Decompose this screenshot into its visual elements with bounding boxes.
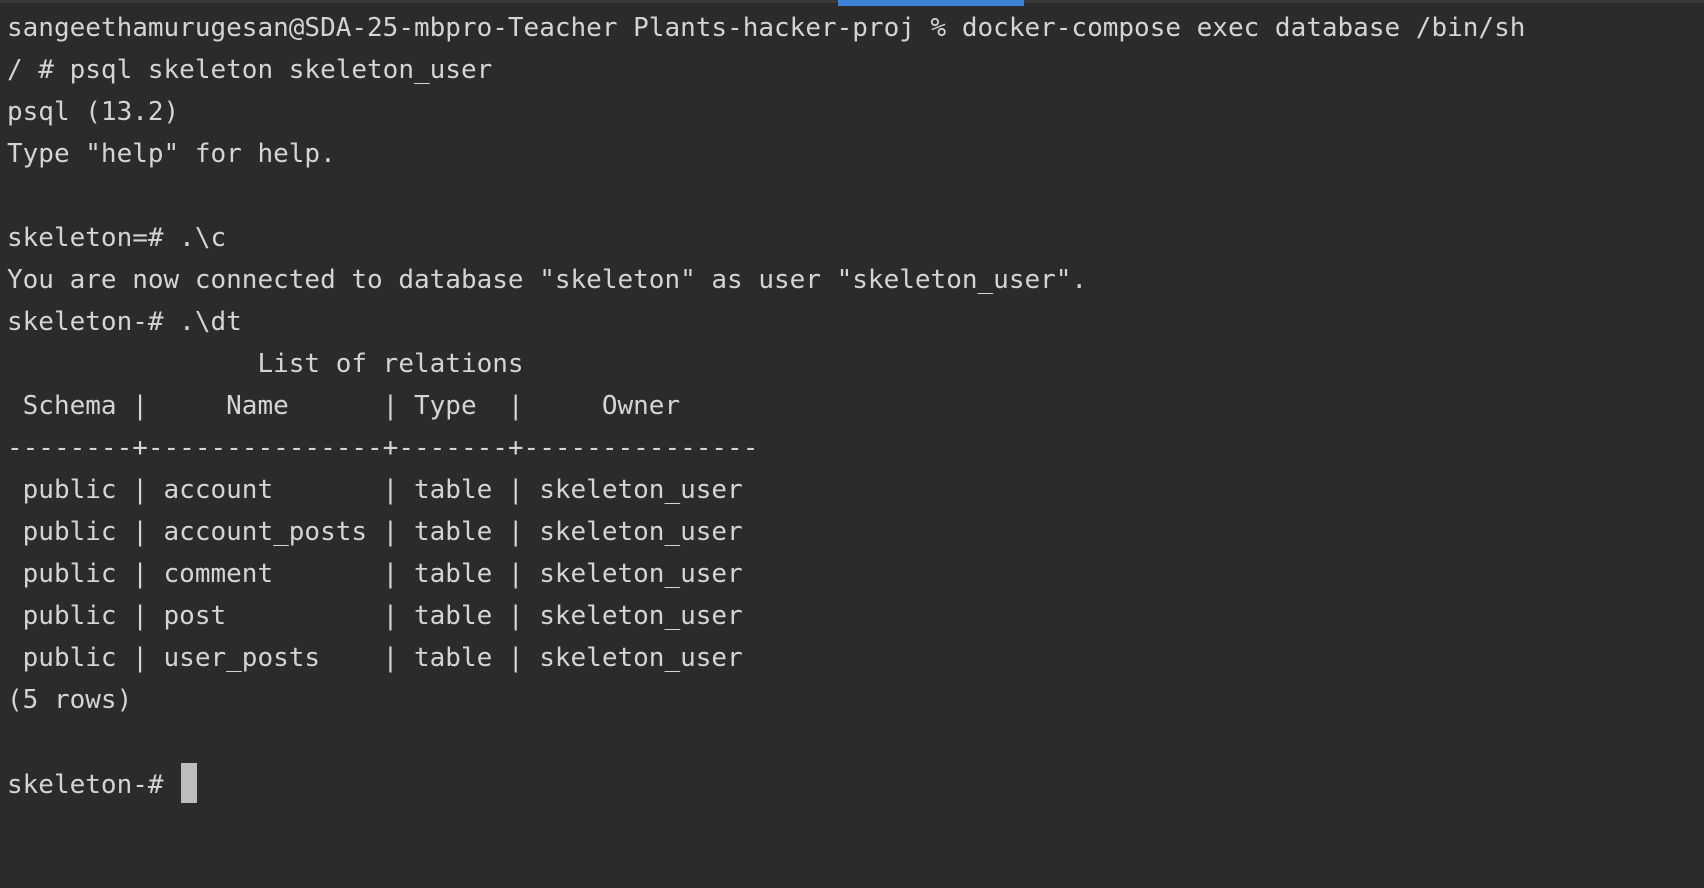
psql-version-line: psql (13.2): [7, 97, 180, 127]
table-row: public | account | table | skeleton_user: [7, 475, 743, 505]
relations-title: List of relations: [7, 349, 524, 379]
relations-separator: --------+---------------+-------+-------…: [7, 433, 759, 463]
row-count-footer: (5 rows): [7, 685, 133, 715]
table-row: public | comment | table | skeleton_user: [7, 559, 743, 589]
table-row: public | account_posts | table | skeleto…: [7, 517, 743, 547]
connected-message-line: You are now connected to database "skele…: [7, 265, 1088, 295]
help-hint-line: Type "help" for help.: [7, 139, 336, 169]
text-cursor[interactable]: [181, 763, 198, 803]
active-tab-indicator[interactable]: [838, 0, 1024, 6]
prompt-connect-line: skeleton=# .\c: [7, 223, 227, 253]
table-row: public | user_posts | table | skeleton_u…: [7, 643, 743, 673]
command-line-docker-exec: sangeethamurugesan@SDA-25-mbpro-Teacher …: [7, 13, 1526, 43]
current-prompt: skeleton-#: [7, 770, 180, 800]
prompt-dt-line: skeleton-# .\dt: [7, 307, 242, 337]
terminal-window[interactable]: sangeethamurugesan@SDA-25-mbpro-Teacher …: [0, 0, 1704, 888]
input-line[interactable]: skeleton-#: [7, 763, 1704, 805]
command-line-psql: / # psql skeleton skeleton_user: [7, 55, 493, 85]
table-row: public | post | table | skeleton_user: [7, 601, 743, 631]
relations-header: Schema | Name | Type | Owner: [7, 391, 681, 421]
